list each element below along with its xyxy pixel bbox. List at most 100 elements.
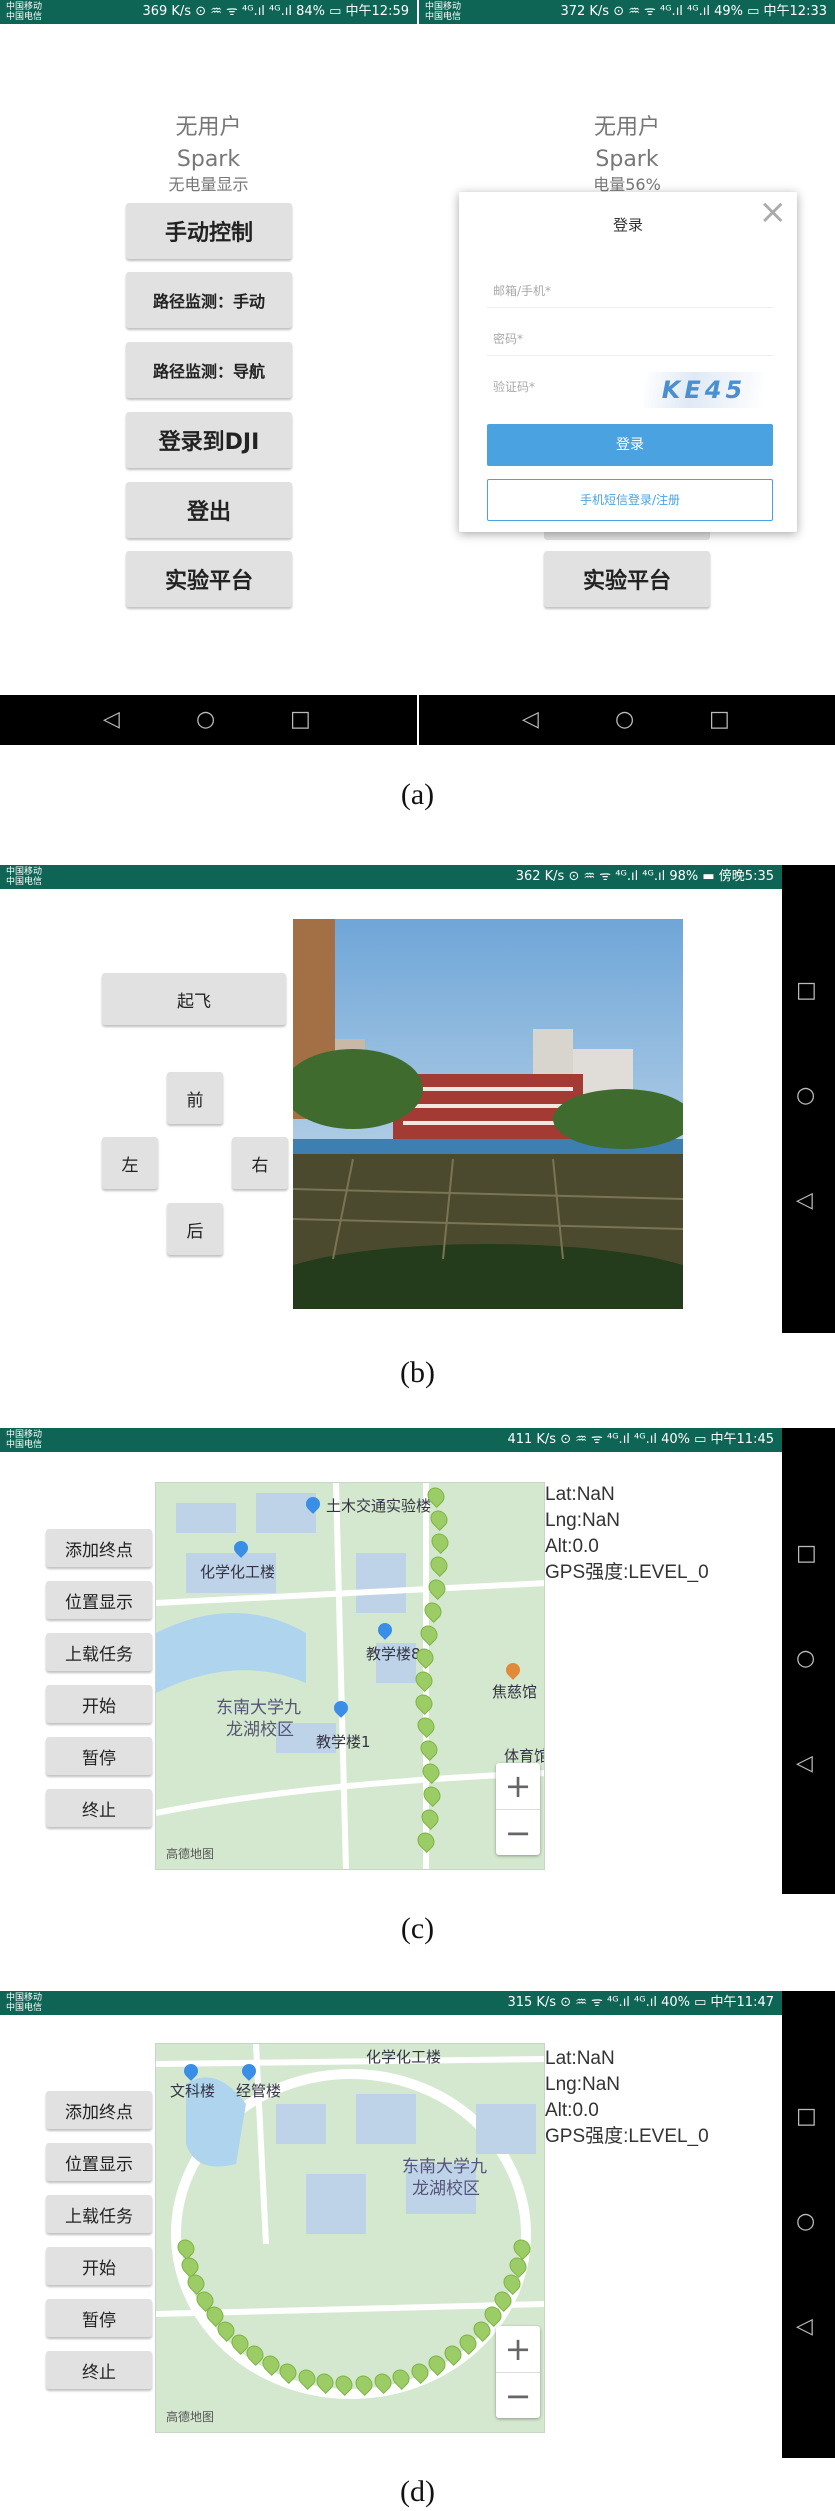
status-right: 369 K/s ⊙ ♒ ᯤ ⁴ᴳ.ıl ⁴ᴳ.ıl 84% ▭ 中午12:59 bbox=[142, 4, 409, 19]
zoom-out-button[interactable]: − bbox=[496, 2372, 540, 2418]
nav-bar: □ ○ ◁ bbox=[782, 865, 835, 1333]
map-label: 教学楼1 bbox=[316, 1733, 371, 1751]
takeoff-button[interactable]: 起飞 bbox=[102, 973, 286, 1025]
back-icon[interactable]: ◁ bbox=[522, 709, 539, 731]
carrier-1: 中国移动 bbox=[6, 1430, 43, 1440]
lab-platform-button[interactable]: 实验平台 bbox=[126, 551, 292, 607]
account-input[interactable]: 邮箱/手机* bbox=[487, 274, 773, 308]
home-icon[interactable]: ○ bbox=[796, 1648, 815, 1670]
pause-button[interactable]: 暂停 bbox=[46, 1737, 152, 1775]
carrier-2: 中国电信 bbox=[6, 2003, 43, 2013]
recents-icon[interactable]: □ bbox=[290, 709, 311, 731]
upload-mission-button[interactable]: 上载任务 bbox=[46, 2195, 152, 2233]
amap-logo: 高德地图 bbox=[166, 2410, 215, 2424]
stop-button[interactable]: 终止 bbox=[46, 1789, 152, 1827]
gps-info: Lat:NaN Lng:NaN Alt:0.0 GPS强度:LEVEL_0 bbox=[545, 2046, 709, 2150]
amap-logo: 高德地图 bbox=[166, 1847, 215, 1861]
nav-bar: ◁ ○ □ bbox=[0, 695, 417, 745]
password-input[interactable]: 密码* bbox=[487, 322, 773, 356]
drone-info: 无用户 Spark 无电量显示 bbox=[0, 112, 417, 194]
right-button[interactable]: 右 bbox=[232, 1137, 288, 1189]
captcha-input[interactable]: 验证码* bbox=[487, 370, 637, 404]
carrier-1: 中国移动 bbox=[425, 2, 462, 12]
upload-mission-button[interactable]: 上载任务 bbox=[46, 1633, 152, 1671]
logout-button[interactable]: 登出 bbox=[126, 482, 292, 538]
start-button[interactable]: 开始 bbox=[46, 2247, 152, 2285]
map-label: 化学化工楼 bbox=[200, 1563, 276, 1581]
recents-icon[interactable]: □ bbox=[709, 709, 730, 731]
dialog-title: 登录 bbox=[612, 216, 643, 234]
manual-control-button[interactable]: 手动控制 bbox=[126, 203, 292, 259]
show-location-button[interactable]: 位置显示 bbox=[46, 2143, 152, 2181]
recents-icon[interactable]: □ bbox=[796, 2106, 817, 2128]
path-monitor-nav-button[interactable]: 路径监测：导航 bbox=[126, 342, 292, 398]
status-bar: 中国移动 中国电信 315 K/s ⊙ ♒ ᯤ ⁴ᴳ.ıl ⁴ᴳ.ıl 40% ▭… bbox=[0, 1991, 782, 2015]
carrier-2: 中国电信 bbox=[6, 877, 43, 887]
map-label: 经管楼 bbox=[236, 2082, 282, 2100]
home-icon[interactable]: ○ bbox=[615, 709, 634, 731]
home-icon[interactable]: ○ bbox=[796, 1085, 815, 1107]
home-icon[interactable]: ○ bbox=[796, 2211, 815, 2233]
map-view[interactable]: 土木交通实验楼 化学化工楼 教学楼8 东南大学九 龙湖校区 教学楼1 焦慈馆 体… bbox=[155, 1482, 545, 1870]
map-base bbox=[156, 1483, 544, 1869]
lat-readout: Lat:NaN bbox=[545, 1484, 615, 1505]
carrier-2: 中国电信 bbox=[6, 1440, 43, 1450]
map-label: 土木交通实验楼 bbox=[326, 1497, 432, 1515]
show-location-button[interactable]: 位置显示 bbox=[46, 1581, 152, 1619]
back-button[interactable]: 后 bbox=[167, 1203, 223, 1255]
gps-strength-readout: GPS强度:LEVEL_0 bbox=[545, 1562, 709, 1583]
map-label: 龙湖校区 bbox=[226, 1720, 294, 1740]
back-icon[interactable]: ◁ bbox=[796, 1190, 813, 1212]
carrier-2: 中国电信 bbox=[425, 12, 462, 22]
carrier-1: 中国移动 bbox=[6, 1993, 43, 2003]
gps-strength-readout: GPS强度:LEVEL_0 bbox=[545, 2126, 709, 2147]
lng-readout: Lng:NaN bbox=[545, 2074, 620, 2095]
back-icon[interactable]: ◁ bbox=[103, 709, 120, 731]
carrier-2: 中国电信 bbox=[6, 12, 43, 22]
close-icon[interactable]: × bbox=[759, 192, 788, 232]
zoom-out-button[interactable]: − bbox=[496, 1809, 540, 1855]
home-icon[interactable]: ○ bbox=[196, 709, 215, 731]
caption-a: (a) bbox=[400, 778, 435, 811]
zoom-control: + − bbox=[496, 1763, 540, 1855]
status-bar: 中国移动 中国电信 362 K/s ⊙ ♒ ᯤ ⁴ᴳ.ıl ⁴ᴳ.ıl 98% ▬… bbox=[0, 865, 782, 889]
left-button[interactable]: 左 bbox=[102, 1137, 158, 1189]
captcha-image[interactable]: KE45 bbox=[644, 372, 764, 408]
start-button[interactable]: 开始 bbox=[46, 1685, 152, 1723]
pause-button[interactable]: 暂停 bbox=[46, 2299, 152, 2337]
lat-readout: Lat:NaN bbox=[545, 2048, 615, 2069]
map-label: 焦慈馆 bbox=[492, 1683, 538, 1701]
back-icon[interactable]: ◁ bbox=[796, 2316, 813, 2338]
recents-icon[interactable]: □ bbox=[796, 1543, 817, 1565]
forward-button[interactable]: 前 bbox=[167, 1072, 223, 1124]
recents-icon[interactable]: □ bbox=[796, 980, 817, 1002]
back-icon[interactable]: ◁ bbox=[796, 1753, 813, 1775]
map-label: 教学楼8 bbox=[366, 1645, 421, 1663]
status-bar: 中国移动 中国电信 369 K/s ⊙ ♒ ᯤ ⁴ᴳ.ıl ⁴ᴳ.ıl 84% ▭… bbox=[0, 0, 417, 24]
map-label: 化学化工楼 bbox=[366, 2048, 442, 2066]
map-base bbox=[156, 2044, 544, 2432]
user-label: 无用户 bbox=[593, 115, 660, 140]
camera-feed bbox=[293, 919, 683, 1309]
nav-bar: □ ○ ◁ bbox=[782, 1991, 835, 2458]
stop-button[interactable]: 终止 bbox=[46, 2351, 152, 2389]
map-view[interactable]: 文科楼 经管楼 化学化工楼 东南大学九 龙湖校区 + − 高德地图 bbox=[155, 2043, 545, 2433]
path-monitor-manual-button[interactable]: 路径监测：手动 bbox=[126, 272, 292, 328]
battery-label: 无电量显示 bbox=[168, 175, 249, 194]
camera-feed-image bbox=[293, 919, 683, 1309]
zoom-in-button[interactable]: + bbox=[496, 1763, 540, 1809]
lab-platform-button[interactable]: 实验平台 bbox=[544, 551, 710, 607]
add-endpoint-button[interactable]: 添加终点 bbox=[46, 1529, 152, 1567]
add-endpoint-button[interactable]: 添加终点 bbox=[46, 2091, 152, 2129]
map-label: 文科楼 bbox=[170, 2082, 216, 2100]
alt-readout: Alt:0.0 bbox=[545, 2100, 599, 2121]
zoom-in-button[interactable]: + bbox=[496, 2326, 540, 2372]
sms-login-button[interactable]: 手机短信登录/注册 bbox=[487, 479, 773, 521]
login-button[interactable]: 登录 bbox=[487, 424, 773, 466]
login-dji-button[interactable]: 登录到DJI bbox=[126, 412, 292, 468]
carrier-1: 中国移动 bbox=[6, 2, 43, 12]
aircraft-label: Spark bbox=[595, 147, 659, 172]
lng-readout: Lng:NaN bbox=[545, 1510, 620, 1531]
alt-readout: Alt:0.0 bbox=[545, 1536, 599, 1557]
status-right: 372 K/s ⊙ ♒ ᯤ ⁴ᴳ.ıl ⁴ᴳ.ıl 49% ▭ 中午12:33 bbox=[560, 4, 827, 19]
